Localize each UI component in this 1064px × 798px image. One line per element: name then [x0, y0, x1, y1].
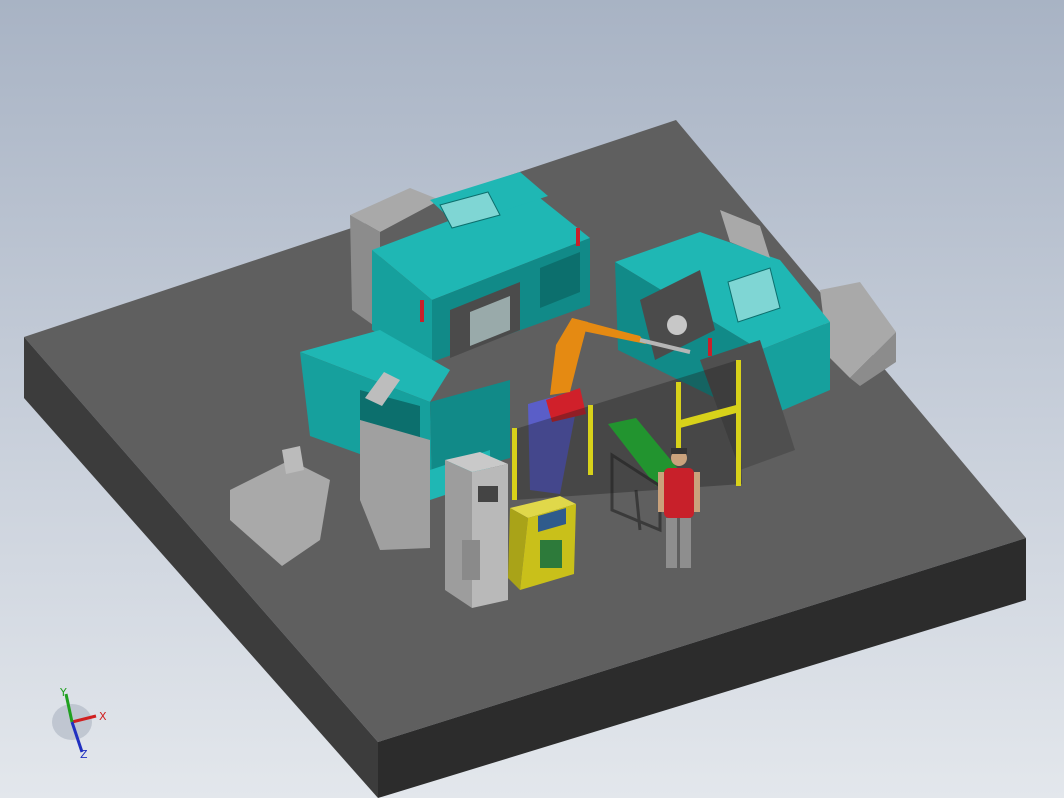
scene-canvas[interactable]: X Y Z	[0, 0, 1064, 798]
triad-label-y: Y	[59, 686, 67, 699]
coordinate-triad[interactable]: X Y Z	[52, 686, 107, 761]
control-cabinet[interactable]	[445, 452, 508, 608]
cad-viewport[interactable]: X Y Z	[0, 0, 1064, 798]
triad-label-z: Z	[80, 748, 88, 761]
triad-label-x: X	[99, 710, 107, 723]
